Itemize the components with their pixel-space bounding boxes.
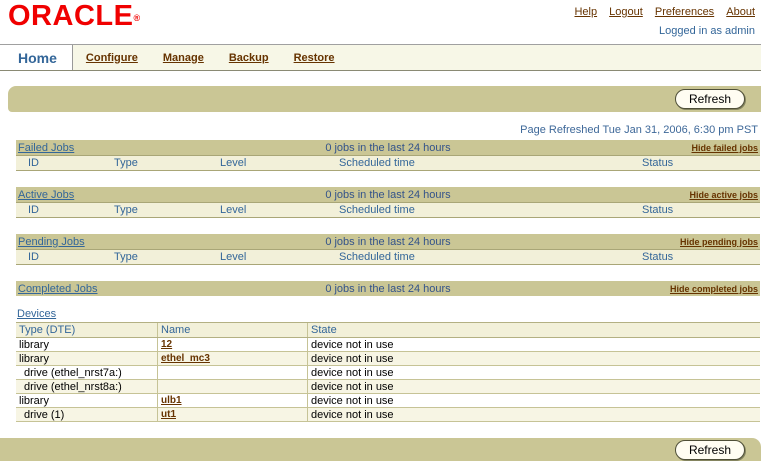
page-refreshed-text: Page Refreshed Tue Jan 31, 2006, 6:30 pm… — [0, 124, 758, 137]
login-status: Logged in as admin — [565, 25, 755, 37]
tab-configure[interactable]: Configure — [86, 52, 138, 64]
completed-jobs-count: 0 jobs in the last 24 hours — [16, 283, 760, 295]
device-state: device not in use — [308, 338, 760, 351]
col-header-scheduled-time: Scheduled time — [337, 204, 640, 216]
col-header-scheduled-time: Scheduled time — [337, 251, 640, 263]
active-jobs-link[interactable]: Active Jobs — [16, 189, 74, 201]
device-name-link[interactable]: ethel_mc3 — [161, 353, 210, 364]
device-row: drive (ethel_nrst8a:) device not in use — [16, 380, 760, 394]
device-name-link[interactable]: ut1 — [161, 409, 176, 420]
device-type: drive (ethel_nrst7a:) — [16, 366, 158, 379]
devices-table: Type (DTE) Name State library 12 device … — [16, 322, 760, 422]
tab-restore[interactable]: Restore — [294, 52, 335, 64]
global-links: Help Logout Preferences About — [565, 6, 755, 18]
nav-tab-bar: Home Configure Manage Backup Restore — [0, 44, 761, 71]
failed-jobs-count: 0 jobs in the last 24 hours — [16, 142, 760, 154]
about-link[interactable]: About — [726, 6, 755, 18]
col-header-id: ID — [16, 204, 112, 216]
col-header-id: ID — [16, 157, 112, 169]
device-type: library — [16, 394, 158, 407]
col-header-level: Level — [218, 251, 337, 263]
active-jobs-column-headers: ID Type Level Scheduled time Status — [16, 202, 760, 218]
device-type: library — [16, 338, 158, 351]
hide-active-jobs-link[interactable]: Hide active jobs — [689, 190, 760, 200]
help-link[interactable]: Help — [574, 6, 597, 18]
devices-section: Devices Type (DTE) Name State library 12… — [16, 308, 760, 422]
col-header-name: Name — [158, 323, 308, 337]
col-header-type: Type — [112, 157, 218, 169]
col-header-level: Level — [218, 204, 337, 216]
device-state: device not in use — [308, 380, 760, 393]
bottom-action-bar: Refresh — [0, 438, 761, 461]
device-row: library ethel_mc3 device not in use — [16, 352, 760, 366]
device-row: drive (1) ut1 device not in use — [16, 408, 760, 422]
device-name-link[interactable]: 12 — [161, 339, 172, 350]
col-header-status: Status — [640, 157, 760, 169]
header-right: Help Logout Preferences About Logged in … — [565, 6, 755, 37]
device-name-link[interactable]: ulb1 — [161, 395, 182, 406]
active-jobs-section: Active Jobs 0 jobs in the last 24 hours … — [16, 187, 760, 218]
pending-jobs-column-headers: ID Type Level Scheduled time Status — [16, 249, 760, 265]
active-jobs-count: 0 jobs in the last 24 hours — [16, 189, 760, 201]
pending-jobs-link[interactable]: Pending Jobs — [16, 236, 85, 248]
registered-mark: ® — [133, 13, 140, 23]
completed-jobs-section: Completed Jobs 0 jobs in the last 24 hou… — [16, 281, 760, 296]
osb-home-page: ORACLE® Help Logout Preferences About Lo… — [0, 0, 761, 465]
pending-jobs-section: Pending Jobs 0 jobs in the last 24 hours… — [16, 234, 760, 265]
device-state: device not in use — [308, 366, 760, 379]
pending-jobs-header-bar: Pending Jobs 0 jobs in the last 24 hours… — [16, 234, 760, 249]
device-row: drive (ethel_nrst7a:) device not in use — [16, 366, 760, 380]
col-header-status: Status — [640, 204, 760, 216]
device-row: library ulb1 device not in use — [16, 394, 760, 408]
preferences-link[interactable]: Preferences — [655, 6, 714, 18]
device-type: drive (ethel_nrst8a:) — [16, 380, 158, 393]
failed-jobs-link[interactable]: Failed Jobs — [16, 142, 74, 154]
logout-link[interactable]: Logout — [609, 6, 643, 18]
main-content: Failed Jobs 0 jobs in the last 24 hours … — [16, 140, 760, 422]
oracle-logo: ORACLE® — [8, 1, 141, 31]
hide-failed-jobs-link[interactable]: Hide failed jobs — [691, 143, 760, 153]
top-action-bar: Refresh — [8, 86, 761, 112]
oracle-logo-text: ORACLE — [8, 0, 133, 32]
hide-pending-jobs-link[interactable]: Hide pending jobs — [680, 237, 760, 247]
device-type: library — [16, 352, 158, 365]
device-state: device not in use — [308, 394, 760, 407]
device-row: library 12 device not in use — [16, 338, 760, 352]
completed-jobs-link[interactable]: Completed Jobs — [16, 283, 98, 295]
completed-jobs-header-bar: Completed Jobs 0 jobs in the last 24 hou… — [16, 281, 760, 296]
hide-completed-jobs-link[interactable]: Hide completed jobs — [670, 284, 760, 294]
col-header-type-dte: Type (DTE) — [16, 323, 158, 337]
tab-home[interactable]: Home — [0, 45, 73, 70]
failed-jobs-column-headers: ID Type Level Scheduled time Status — [16, 155, 760, 171]
device-state: device not in use — [308, 408, 760, 421]
col-header-type: Type — [112, 251, 218, 263]
active-jobs-header-bar: Active Jobs 0 jobs in the last 24 hours … — [16, 187, 760, 202]
failed-jobs-section: Failed Jobs 0 jobs in the last 24 hours … — [16, 140, 760, 171]
devices-link[interactable]: Devices — [17, 308, 56, 320]
refresh-button-bottom[interactable]: Refresh — [675, 440, 745, 460]
devices-column-headers: Type (DTE) Name State — [16, 323, 760, 338]
col-header-id: ID — [16, 251, 112, 263]
tab-manage[interactable]: Manage — [163, 52, 204, 64]
failed-jobs-header-bar: Failed Jobs 0 jobs in the last 24 hours … — [16, 140, 760, 155]
col-header-scheduled-time: Scheduled time — [337, 157, 640, 169]
col-header-level: Level — [218, 157, 337, 169]
col-header-type: Type — [112, 204, 218, 216]
device-state: device not in use — [308, 352, 760, 365]
pending-jobs-count: 0 jobs in the last 24 hours — [16, 236, 760, 248]
col-header-state: State — [308, 323, 760, 337]
col-header-status: Status — [640, 251, 760, 263]
refresh-button-top[interactable]: Refresh — [675, 89, 745, 109]
nav-links: Configure Manage Backup Restore — [73, 45, 360, 70]
tab-backup[interactable]: Backup — [229, 52, 269, 64]
page-header: ORACLE® Help Logout Preferences About Lo… — [0, 0, 761, 44]
device-type: drive (1) — [16, 408, 158, 421]
